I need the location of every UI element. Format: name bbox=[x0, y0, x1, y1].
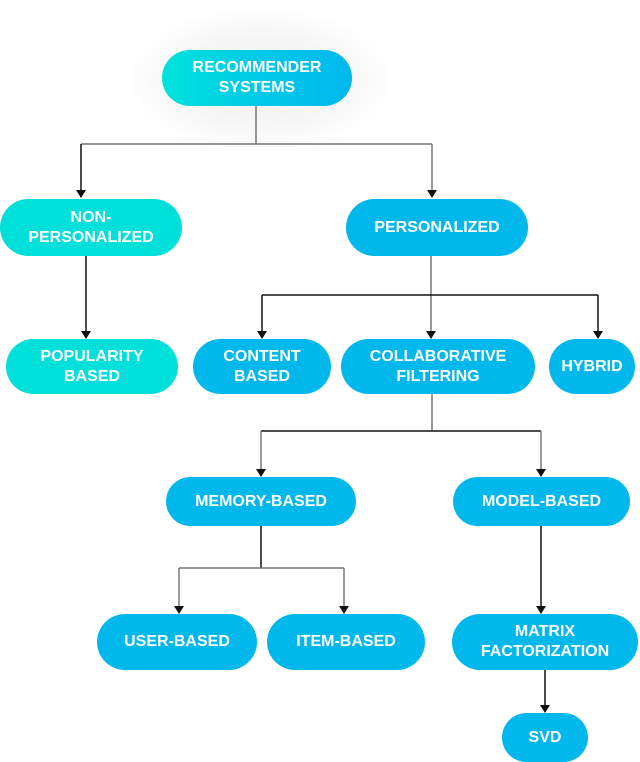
node-memory-based[interactable]: MEMORY-BASED bbox=[166, 477, 356, 526]
node-user-based[interactable]: USER-BASED bbox=[97, 614, 257, 670]
edge-memory-to-level4 bbox=[174, 526, 349, 614]
edge-root-to-level1 bbox=[76, 106, 437, 198]
edge-model-to-matrix-factorization bbox=[536, 526, 546, 614]
arrowhead-icon bbox=[536, 469, 546, 477]
node-content-based[interactable]: CONTENT BASED bbox=[193, 339, 331, 394]
arrowhead-icon bbox=[536, 606, 546, 614]
node-hybrid[interactable]: HYBRID bbox=[549, 339, 635, 394]
arrowhead-icon bbox=[81, 331, 91, 339]
arrowhead-icon bbox=[426, 331, 436, 339]
recommender-systems-diagram: RECOMMENDER SYSTEMS NON- PERSONALIZED PE… bbox=[0, 0, 640, 762]
node-svd[interactable]: SVD bbox=[502, 713, 588, 762]
arrowhead-icon bbox=[256, 469, 266, 477]
node-matrix-factorization[interactable]: MATRIX FACTORIZATION bbox=[452, 614, 638, 670]
edge-collaborative-to-level3 bbox=[256, 394, 546, 477]
node-recommender-systems[interactable]: RECOMMENDER SYSTEMS bbox=[162, 50, 352, 106]
arrowhead-icon bbox=[593, 331, 603, 339]
arrowhead-icon bbox=[339, 606, 349, 614]
arrowhead-icon bbox=[540, 705, 550, 713]
edge-matrix-factorization-to-svd bbox=[540, 670, 550, 713]
node-item-based[interactable]: ITEM-BASED bbox=[267, 614, 425, 670]
node-collaborative-filtering[interactable]: COLLABORATIVE FILTERING bbox=[341, 339, 535, 394]
node-personalized[interactable]: PERSONALIZED bbox=[346, 199, 528, 256]
arrowhead-icon bbox=[257, 331, 267, 339]
arrowhead-icon bbox=[427, 190, 437, 198]
arrowhead-icon bbox=[174, 606, 184, 614]
node-non-personalized[interactable]: NON- PERSONALIZED bbox=[0, 199, 182, 256]
arrowhead-icon bbox=[76, 190, 86, 198]
edge-non-personalized-to-popularity bbox=[81, 256, 91, 339]
node-popularity-based[interactable]: POPULARITY BASED bbox=[6, 339, 178, 394]
node-model-based[interactable]: MODEL-BASED bbox=[453, 477, 630, 526]
edge-personalized-to-level2 bbox=[257, 256, 603, 339]
